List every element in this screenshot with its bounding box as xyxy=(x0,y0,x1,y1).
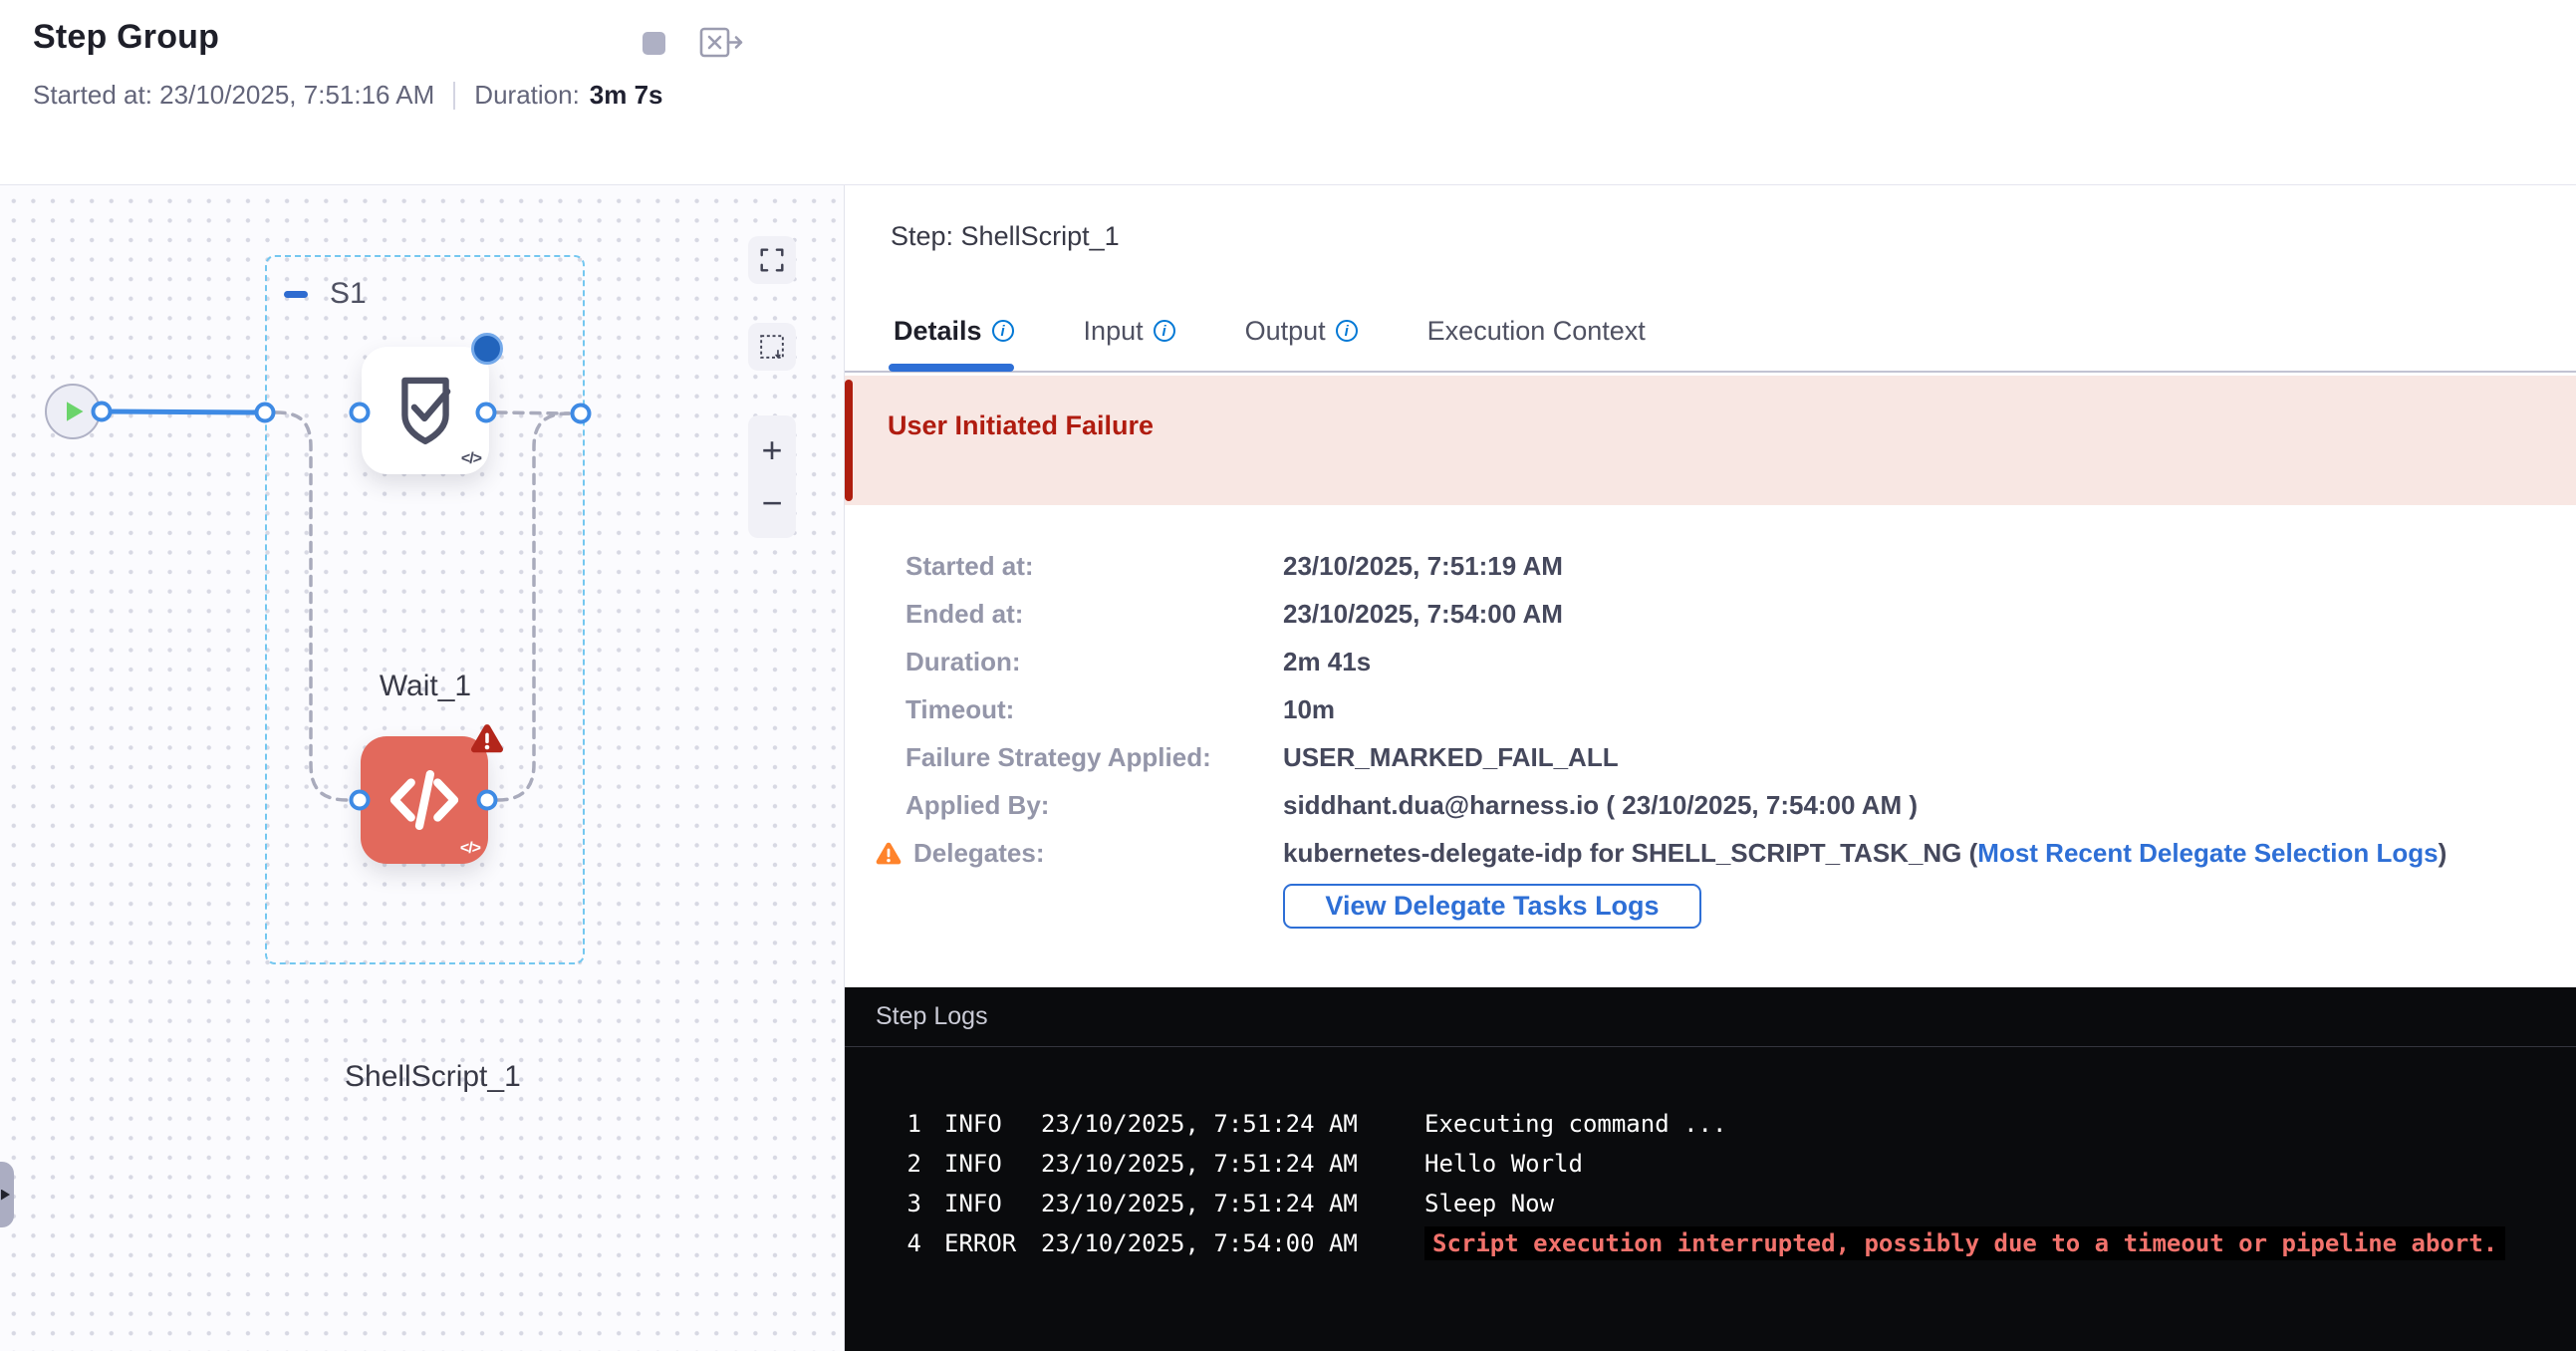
info-icon[interactable]: i xyxy=(992,320,1014,342)
zoom-out-button[interactable]: − xyxy=(761,485,782,521)
info-icon[interactable]: i xyxy=(1154,320,1175,342)
abort-exit-icon[interactable] xyxy=(699,26,745,60)
node-shellscript-1[interactable]: </> xyxy=(361,736,488,864)
log-line: 2 INFO 23/10/2025, 7:51:24 AM Hello Worl… xyxy=(845,1144,2576,1184)
tab-input[interactable]: Input i xyxy=(1084,316,1175,347)
connector-dot[interactable] xyxy=(255,403,276,423)
delegate-selection-logs-link[interactable]: Most Recent Delegate Selection Logs xyxy=(1977,838,2438,868)
marquee-select-icon xyxy=(759,334,785,360)
wait-script-mini-icon: </> xyxy=(461,450,481,468)
pipeline-graph-canvas[interactable]: S1 </> Wait_1 </> ShellScript_1 xyxy=(0,185,845,1351)
wait-node-label: Wait_1 xyxy=(362,670,489,703)
active-tab-underline xyxy=(889,364,1014,372)
fullscreen-icon xyxy=(759,247,785,273)
connector-dot[interactable] xyxy=(350,403,371,423)
stop-execution-icon[interactable] xyxy=(643,32,665,55)
wait-shield-check-icon xyxy=(387,371,463,450)
step-details-panel: Step: ShellScript_1 Details i Input i Ou… xyxy=(845,185,2576,1351)
step-group-label: S1 xyxy=(330,277,367,311)
step-detail-fields: Started at: 23/10/2025, 7:51:19 AM Ended… xyxy=(845,542,2576,877)
tab-details[interactable]: Details i xyxy=(894,316,1014,347)
expand-drawer-icon xyxy=(1,1190,10,1201)
shell-code-icon xyxy=(385,764,464,836)
meta-divider xyxy=(453,82,455,110)
connector-dot[interactable] xyxy=(92,402,113,422)
detail-row: Duration: 2m 41s xyxy=(845,638,2576,685)
failure-banner-title: User Initiated Failure xyxy=(888,410,1154,441)
tab-output[interactable]: Output i xyxy=(1245,316,1358,347)
step-logs-title: Step Logs xyxy=(876,1002,988,1031)
step-logs-header[interactable]: Step Logs xyxy=(845,987,2576,1047)
tab-execution-context[interactable]: Execution Context xyxy=(1427,316,1646,347)
detail-row: Started at: 23/10/2025, 7:51:19 AM xyxy=(845,542,2576,590)
shell-script-mini-icon: </> xyxy=(460,840,480,858)
log-console[interactable]: 1 INFO 23/10/2025, 7:51:24 AM Executing … xyxy=(845,1047,2576,1263)
log-line: 1 INFO 23/10/2025, 7:51:24 AM Executing … xyxy=(845,1104,2576,1144)
zoom-controls: + − xyxy=(748,415,796,538)
wait-status-badge xyxy=(471,333,503,365)
stop-square-icon xyxy=(643,32,665,55)
delegate-value: kubernetes-delegate-idp for SHELL_SCRIPT… xyxy=(1283,838,1977,868)
detail-row: Failure Strategy Applied: USER_MARKED_FA… xyxy=(845,733,2576,781)
failure-banner: User Initiated Failure xyxy=(845,376,2576,505)
detail-tabs: Details i Input i Output i Execution Con… xyxy=(894,305,1646,357)
detail-row: Timeout: 10m xyxy=(845,685,2576,733)
node-wait-1[interactable]: </> xyxy=(362,347,489,474)
failure-banner-accent xyxy=(845,380,853,501)
abort-exit-glyph xyxy=(699,26,745,60)
step-group-header[interactable]: S1 xyxy=(284,277,367,311)
duration-value: 3m 7s xyxy=(590,80,663,111)
detail-row: Applied By: siddhant.dua@harness.io ( 23… xyxy=(845,781,2576,829)
log-line: 3 INFO 23/10/2025, 7:51:24 AM Sleep Now xyxy=(845,1184,2576,1223)
left-drawer-handle[interactable] xyxy=(0,1162,14,1227)
shell-node-label: ShellScript_1 xyxy=(345,1060,504,1094)
connector-dot[interactable] xyxy=(477,790,498,811)
play-icon xyxy=(67,402,84,421)
detail-row-delegates: Delegates: kubernetes-delegate-idp for S… xyxy=(845,829,2576,877)
connector-dot[interactable] xyxy=(476,403,497,423)
view-delegate-tasks-logs-button[interactable]: View Delegate Tasks Logs xyxy=(1283,884,1701,929)
info-icon[interactable]: i xyxy=(1336,320,1358,342)
detail-row: Ended at: 23/10/2025, 7:54:00 AM xyxy=(845,590,2576,638)
warning-icon xyxy=(876,841,902,865)
shell-failed-badge xyxy=(470,722,504,753)
collapse-group-icon[interactable] xyxy=(284,291,308,298)
connector-dot[interactable] xyxy=(571,404,592,424)
step-title: Step: ShellScript_1 xyxy=(891,221,1120,252)
execution-header: Step Group Started at: 23/10/2025, 7:51:… xyxy=(0,0,2576,184)
fullscreen-button[interactable] xyxy=(748,236,796,284)
started-at-text: Started at: 23/10/2025, 7:51:16 AM xyxy=(33,80,434,111)
page-title: Step Group xyxy=(33,18,219,57)
marquee-select-button[interactable] xyxy=(748,323,796,371)
log-line-error: 4 ERROR 23/10/2025, 7:54:00 AM Script ex… xyxy=(845,1223,2576,1263)
duration-label: Duration: xyxy=(474,80,580,111)
tabbar-divider xyxy=(845,371,2576,373)
step-logs-section: Step Logs 1 INFO 23/10/2025, 7:51:24 AM … xyxy=(845,987,2576,1351)
zoom-in-button[interactable]: + xyxy=(761,432,782,468)
connector-dot[interactable] xyxy=(350,790,371,811)
execution-meta: Started at: 23/10/2025, 7:51:16 AM Durat… xyxy=(33,80,663,111)
